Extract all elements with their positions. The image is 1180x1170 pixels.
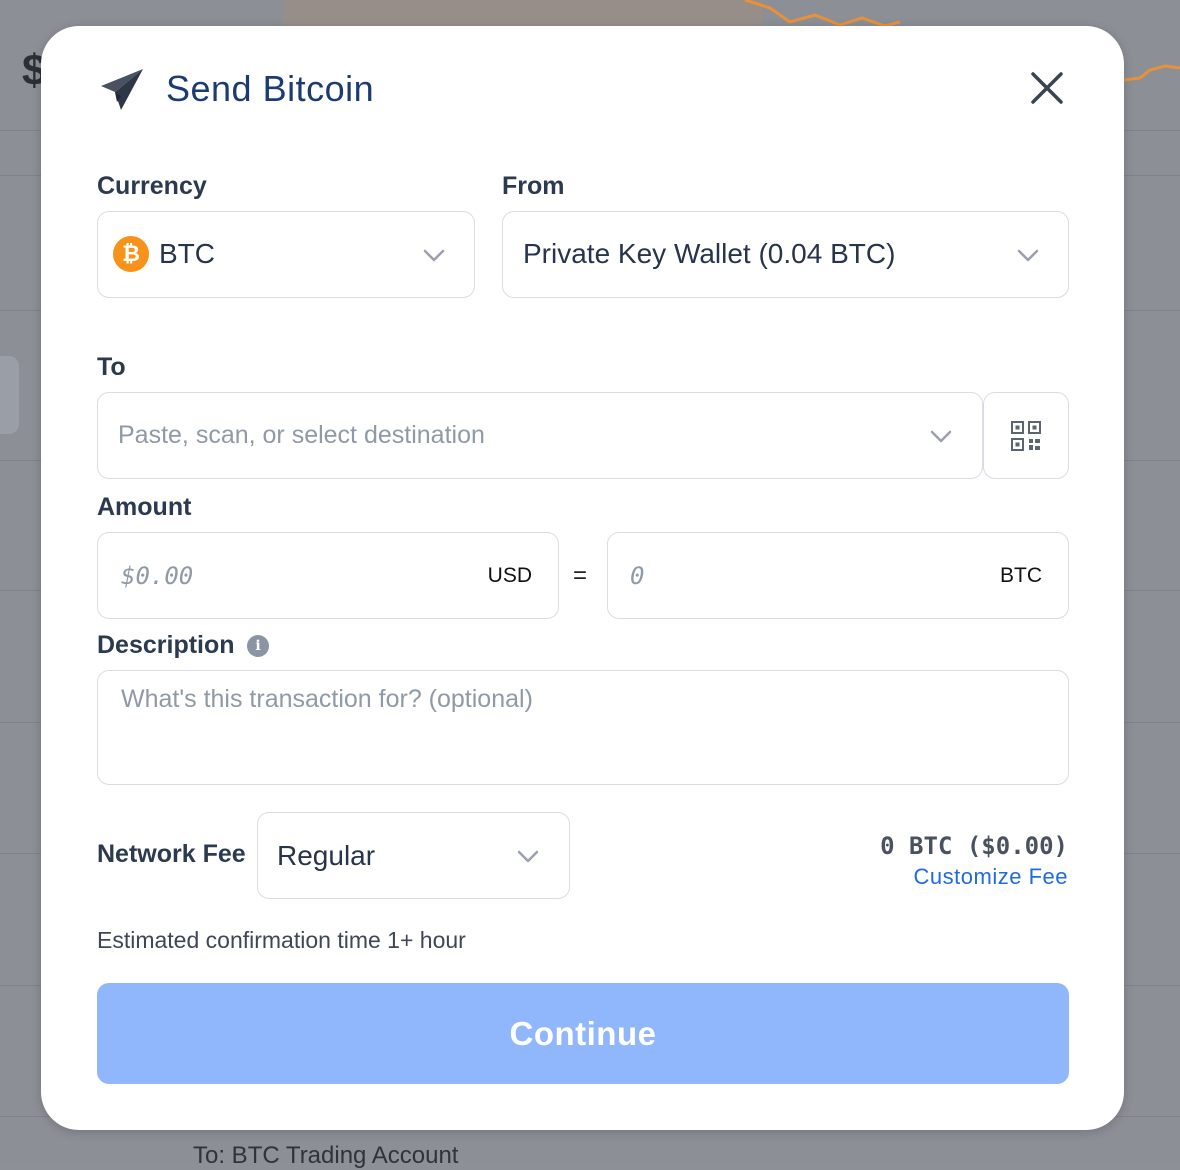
bitcoin-icon: ₿ — [113, 236, 149, 272]
network-fee-label: Network Fee — [97, 840, 246, 868]
background-tab — [0, 356, 19, 434]
chevron-down-icon — [517, 850, 539, 863]
from-label: From — [502, 172, 565, 200]
chevron-down-icon — [930, 430, 952, 443]
amount-btc-input[interactable]: 0 BTC — [607, 532, 1069, 619]
amount-usd-unit: USD — [487, 564, 532, 587]
from-wallet-select[interactable]: Private Key Wallet (0.04 BTC) — [502, 211, 1069, 298]
continue-button[interactable]: Continue — [97, 983, 1069, 1084]
destination-input[interactable]: Paste, scan, or select destination — [97, 392, 983, 479]
currency-select[interactable]: ₿ BTC — [97, 211, 475, 298]
info-icon[interactable]: i — [247, 635, 269, 657]
modal-title: Send Bitcoin — [166, 68, 375, 109]
amount-label: Amount — [97, 493, 192, 521]
destination-placeholder: Paste, scan, or select destination — [118, 421, 485, 449]
network-fee-amount: 0 BTC ($0.00) — [880, 832, 1068, 860]
amount-btc-unit: BTC — [1000, 564, 1042, 587]
qr-code-icon — [1011, 421, 1041, 451]
customize-fee-link[interactable]: Customize Fee — [914, 864, 1068, 890]
chevron-down-icon — [423, 249, 445, 262]
background-transaction-destination: To: BTC Trading Account — [193, 1142, 459, 1169]
send-bitcoin-modal: Send Bitcoin Currency ₿ BTC From Private… — [41, 26, 1124, 1130]
equals-sign: = — [573, 562, 588, 589]
description-placeholder: What's this transaction for? (optional) — [121, 685, 533, 713]
to-label: To — [97, 353, 126, 381]
chevron-down-icon — [1017, 249, 1039, 262]
amount-usd-placeholder: $0.00 — [121, 562, 194, 590]
scan-qr-button[interactable] — [983, 392, 1069, 479]
estimated-confirmation-time: Estimated confirmation time 1+ hour — [97, 927, 466, 953]
paper-plane-icon — [101, 69, 143, 110]
amount-usd-input[interactable]: $0.00 USD — [97, 532, 559, 619]
amount-btc-placeholder: 0 — [630, 562, 645, 590]
from-selected-value: Private Key Wallet (0.04 BTC) — [523, 238, 896, 269]
network-fee-selected-value: Regular — [277, 840, 376, 871]
currency-selected-value: BTC — [159, 238, 215, 269]
network-fee-select[interactable]: Regular — [257, 812, 570, 899]
close-icon[interactable] — [1029, 70, 1065, 106]
description-label: Description — [97, 631, 235, 659]
currency-label: Currency — [97, 172, 207, 200]
description-textarea[interactable]: What's this transaction for? (optional) — [97, 670, 1069, 785]
